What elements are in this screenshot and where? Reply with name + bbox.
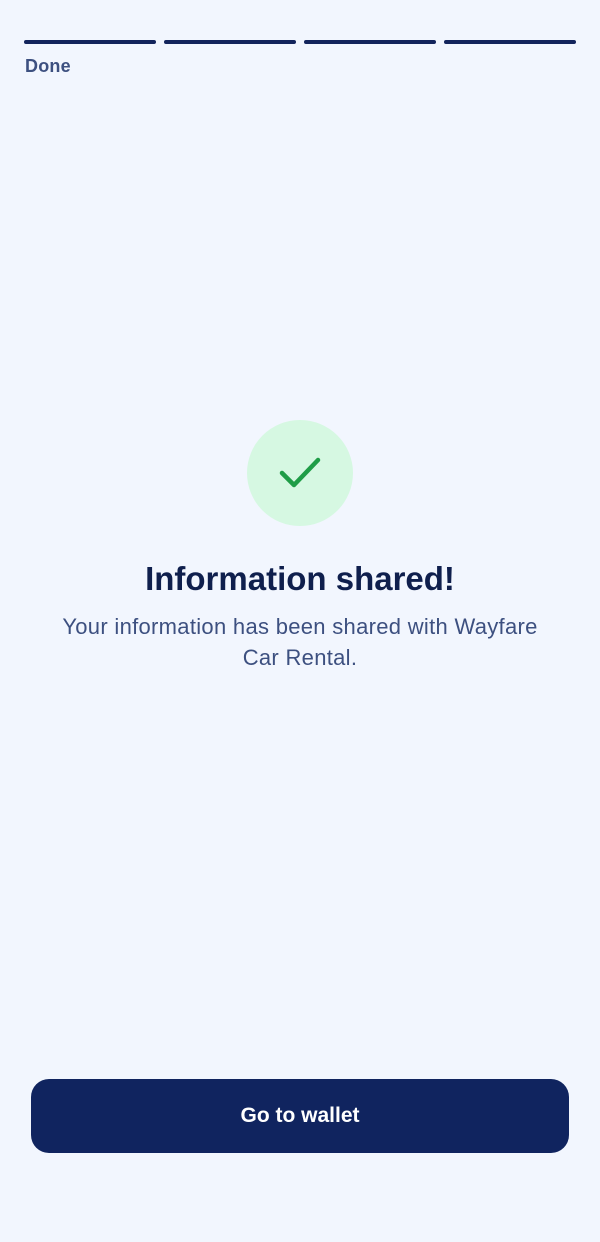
page-title: Information shared! — [145, 560, 455, 597]
step-label: Done — [25, 56, 71, 76]
progress-segment-4 — [444, 40, 576, 44]
success-icon-circle — [247, 420, 353, 526]
progress-segment-2 — [164, 40, 296, 44]
confirmation-message: Your information has been shared with Wa… — [62, 614, 538, 670]
step-progress-bar — [24, 40, 576, 44]
checkmark-icon — [279, 457, 321, 488]
progress-segment-3 — [304, 40, 436, 44]
progress-segment-1 — [24, 40, 156, 44]
go-to-wallet-button[interactable]: Go to wallet — [31, 1079, 569, 1153]
